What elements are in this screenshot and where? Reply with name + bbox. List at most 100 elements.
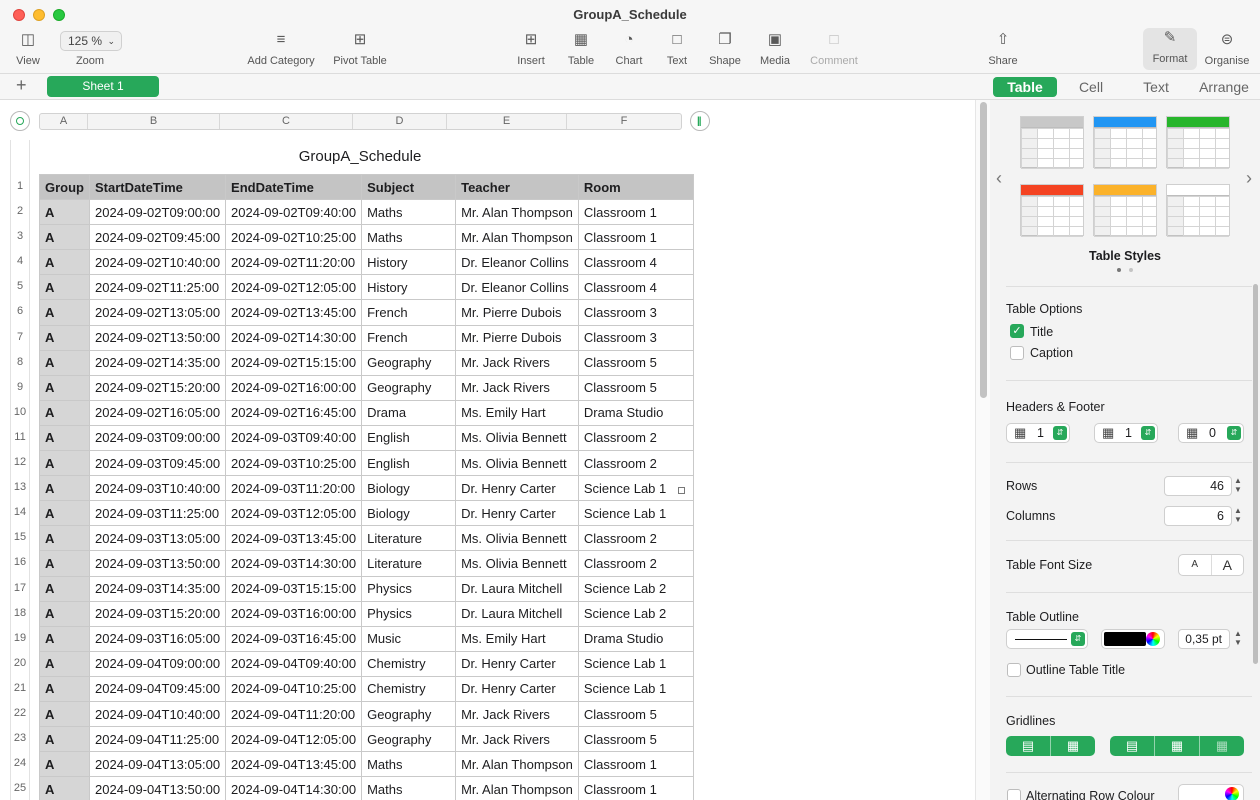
table-cell[interactable]: A <box>39 199 90 226</box>
shape-button[interactable]: ❐ Shape <box>707 30 743 70</box>
table-cell[interactable]: Dr. Henry Carter <box>455 475 579 502</box>
row-number[interactable]: 3 <box>10 224 30 249</box>
text-button[interactable]: □ Text <box>661 30 693 70</box>
table-cell[interactable]: Dr. Henry Carter <box>455 500 579 527</box>
select-table-button[interactable] <box>10 111 30 131</box>
table-cell[interactable]: Mr. Jack Rivers <box>455 349 579 376</box>
table-cell[interactable]: Classroom 5 <box>577 349 694 376</box>
table-cell[interactable]: 2024-09-02T12:05:00 <box>225 274 363 301</box>
vertical-gridlines-icon[interactable]: ▦ <box>1051 736 1095 756</box>
row-number[interactable]: 11 <box>10 425 30 450</box>
table-cell[interactable]: 2024-09-03T16:45:00 <box>225 625 363 652</box>
row-number[interactable]: 19 <box>10 626 30 651</box>
table-cell[interactable]: English <box>361 450 457 477</box>
table-cell[interactable]: 2024-09-03T11:25:00 <box>88 500 227 527</box>
table-cell[interactable]: Literature <box>361 550 457 577</box>
row-number[interactable]: 13 <box>10 475 30 500</box>
table-cell[interactable]: Maths <box>361 199 457 226</box>
table-cell[interactable]: Science Lab 1 <box>577 675 694 702</box>
footer-gridlines-icon[interactable]: ▦ <box>1200 736 1244 756</box>
table-cell[interactable]: Mr. Alan Thompson <box>455 776 579 800</box>
outline-width-stepper[interactable]: ▲ ▼ <box>1232 629 1244 649</box>
table-resize-handle[interactable] <box>678 487 685 494</box>
chevron-right-icon[interactable]: › <box>1246 168 1252 189</box>
table-cell[interactable]: 2024-09-04T10:25:00 <box>225 675 363 702</box>
column-letter[interactable]: E <box>447 114 567 129</box>
header-cell[interactable]: Room <box>577 173 694 201</box>
table-cell[interactable]: 2024-09-03T13:45:00 <box>225 525 363 552</box>
comment-button[interactable]: □ Comment <box>806 30 862 70</box>
table-cell[interactable]: A <box>39 575 90 602</box>
table-cell[interactable]: 2024-09-02T15:15:00 <box>225 349 363 376</box>
header-cell[interactable]: EndDateTime <box>225 173 363 201</box>
alternating-row-color-well[interactable] <box>1178 784 1244 800</box>
table-cell[interactable]: 2024-09-03T12:05:00 <box>225 500 363 527</box>
table-cell[interactable]: Geography <box>361 349 457 376</box>
table-cell[interactable]: French <box>361 324 457 351</box>
rows-stepper[interactable]: ▲ ▼ <box>1232 476 1244 496</box>
table-cell[interactable]: 2024-09-03T10:25:00 <box>225 450 363 477</box>
table-cell[interactable]: 2024-09-04T11:25:00 <box>88 726 227 753</box>
table-cell[interactable]: 2024-09-04T10:40:00 <box>88 700 227 728</box>
table-cell[interactable]: Classroom 5 <box>577 700 694 728</box>
row-number[interactable]: 2 <box>10 199 30 224</box>
table-cell[interactable]: Ms. Olivia Bennett <box>455 525 579 552</box>
table-cell[interactable]: 2024-09-04T12:05:00 <box>225 726 363 753</box>
table-cell[interactable]: Ms. Emily Hart <box>455 399 579 426</box>
table-cell[interactable]: Maths <box>361 224 457 251</box>
header-column-gridlines-icon[interactable]: ▦ <box>1155 736 1200 756</box>
table-cell[interactable]: A <box>39 550 90 577</box>
columns-field[interactable]: 6 <box>1164 506 1232 526</box>
header-cell[interactable]: StartDateTime <box>88 173 227 201</box>
zoom-select[interactable]: 125 % ⌄ <box>60 31 122 51</box>
table-cell[interactable]: Literature <box>361 525 457 552</box>
page-dot-active[interactable] <box>1117 268 1121 272</box>
add-sheet-icon[interactable]: + <box>16 75 27 96</box>
table-cell[interactable]: Classroom 2 <box>577 424 694 452</box>
table-cell[interactable]: Science Lab 2 <box>577 600 694 627</box>
row-number[interactable]: 8 <box>10 350 30 375</box>
share-button[interactable]: ⇧ Share <box>986 30 1020 70</box>
table-cell[interactable]: Mr. Alan Thompson <box>455 224 579 251</box>
column-letter[interactable]: F <box>567 114 681 129</box>
table-cell[interactable]: Dr. Henry Carter <box>455 675 579 702</box>
table-cell[interactable]: Music <box>361 625 457 652</box>
table-cell[interactable]: Classroom 1 <box>577 776 694 800</box>
row-number[interactable]: 5 <box>10 274 30 299</box>
tab-arrange[interactable]: Arrange <box>1194 77 1254 97</box>
table-cell[interactable]: Ms. Olivia Bennett <box>455 450 579 477</box>
table-cell[interactable]: Ms. Emily Hart <box>455 625 579 652</box>
chevron-left-icon[interactable]: ‹ <box>996 168 1002 189</box>
table-cell[interactable]: A <box>39 675 90 702</box>
header-cell[interactable]: Group <box>39 173 90 201</box>
table-cell[interactable]: Mr. Jack Rivers <box>455 726 579 753</box>
table-cell[interactable]: 2024-09-03T09:40:00 <box>225 424 363 452</box>
table-cell[interactable]: English <box>361 424 457 452</box>
outline-width-field[interactable]: 0,35 pt <box>1178 629 1230 649</box>
table-cell[interactable]: Drama Studio <box>577 399 694 426</box>
table-cell[interactable]: A <box>39 450 90 477</box>
table-cell[interactable]: 2024-09-03T09:45:00 <box>88 450 227 477</box>
table-cell[interactable]: Classroom 2 <box>577 450 694 477</box>
table-cell[interactable]: A <box>39 700 90 728</box>
row-number[interactable]: 21 <box>10 676 30 701</box>
organise-button[interactable]: ⊜ Organise <box>1201 30 1253 70</box>
row-number[interactable]: 1 <box>10 174 30 199</box>
table-cell[interactable]: Classroom 4 <box>577 274 694 301</box>
table-cell[interactable]: History <box>361 249 457 276</box>
table-cell[interactable]: 2024-09-03T15:15:00 <box>225 575 363 602</box>
table-cell[interactable]: History <box>361 274 457 301</box>
column-letter[interactable]: C <box>220 114 353 129</box>
format-button[interactable]: ✎ Format <box>1143 28 1197 70</box>
table-cell[interactable]: Physics <box>361 575 457 602</box>
table-cell[interactable]: 2024-09-02T11:25:00 <box>88 274 227 301</box>
table-cell[interactable]: 2024-09-03T09:00:00 <box>88 424 227 452</box>
table-cell[interactable]: 2024-09-02T14:30:00 <box>225 324 363 351</box>
table-cell[interactable]: Classroom 1 <box>577 199 694 226</box>
table-cell[interactable]: Classroom 2 <box>577 525 694 552</box>
table-cell[interactable]: Drama <box>361 399 457 426</box>
table-cell[interactable]: 2024-09-03T10:40:00 <box>88 475 227 502</box>
page-dot[interactable] <box>1129 268 1133 272</box>
row-number[interactable]: 15 <box>10 525 30 550</box>
table-cell[interactable]: French <box>361 299 457 326</box>
